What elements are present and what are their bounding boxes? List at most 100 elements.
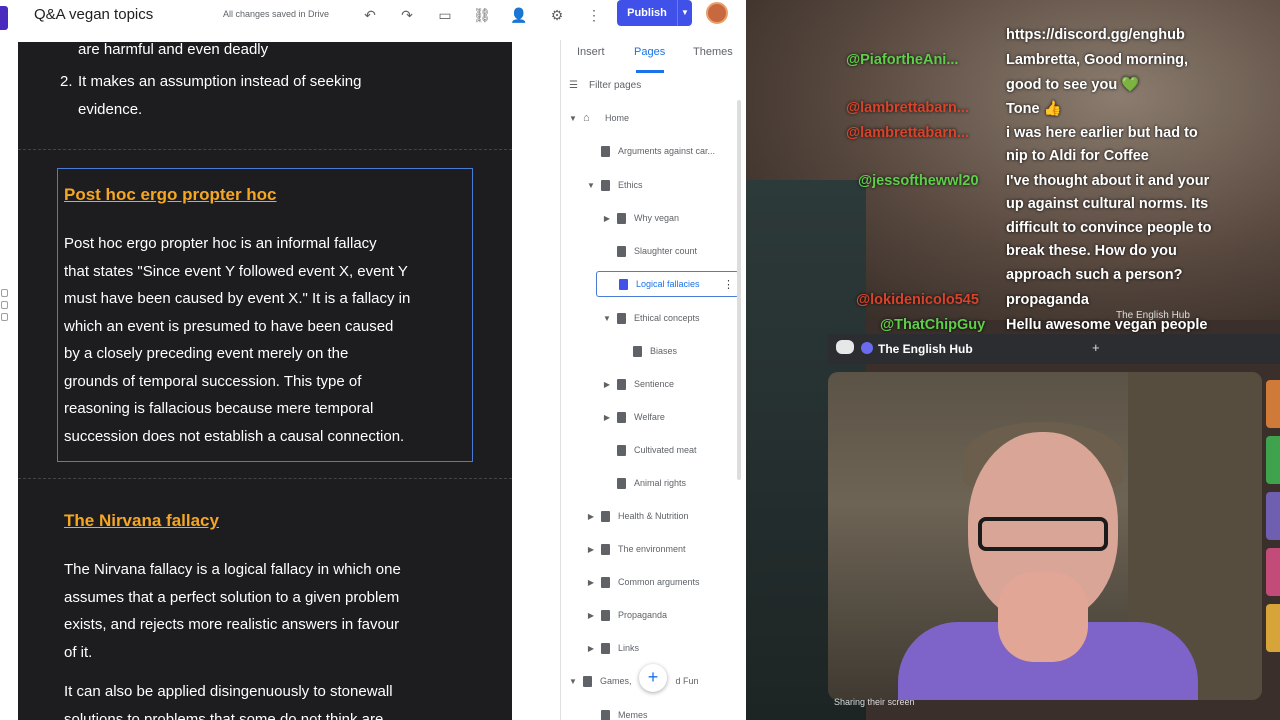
page-canvas: are harmful and even deadly 2. It makes …: [18, 42, 512, 720]
panel-scrollbar[interactable]: [737, 100, 741, 480]
page-item[interactable]: Memes: [585, 704, 648, 720]
collapse-arrow-icon[interactable]: ▼: [567, 677, 579, 686]
page-icon: [601, 510, 610, 522]
member-tile[interactable]: [1266, 380, 1280, 428]
tab-themes[interactable]: Themes: [693, 46, 733, 58]
undo-icon[interactable]: ↶: [360, 5, 380, 25]
expand-arrow-icon[interactable]: ▶: [585, 611, 597, 620]
page-item-ethics[interactable]: ▼ Ethics: [585, 174, 643, 196]
chat-message: propaganda: [1006, 292, 1089, 308]
page-item[interactable]: ▼ Games, d Fun: [567, 670, 699, 692]
member-tile[interactable]: [1266, 436, 1280, 484]
tab-pages[interactable]: Pages: [634, 46, 665, 58]
stream-overlay: https://discord.gg/enghub @PiafortheAni.…: [746, 0, 1280, 720]
page-icon: [601, 145, 610, 157]
discord-member-strip: [1266, 380, 1280, 700]
doc-title[interactable]: Q&A vegan topics: [34, 6, 153, 23]
expand-arrow-icon[interactable]: ▶: [585, 578, 597, 587]
expand-arrow-icon[interactable]: ▶: [585, 545, 597, 554]
page-item[interactable]: ▶ Welfare: [601, 406, 665, 428]
page-item[interactable]: ▶ Links: [585, 637, 639, 659]
tool-icon[interactable]: [1, 289, 8, 297]
section-title[interactable]: Post hoc ergo propter hoc: [64, 185, 277, 205]
page-item-selected[interactable]: Logical fallacies ⋮: [596, 271, 739, 297]
paragraph-nirvana-2[interactable]: It can also be applied disingenuously to…: [64, 678, 484, 720]
page-item[interactable]: ▶ Propaganda: [585, 604, 667, 626]
filter-pages-input[interactable]: ☰ Filter pages: [569, 80, 641, 91]
page-label: Ethics: [618, 180, 643, 190]
paragraph-nirvana[interactable]: The Nirvana fallacy is a logical fallacy…: [64, 556, 484, 666]
page-icon: [617, 411, 626, 423]
page-item[interactable]: ▶ Health & Nutrition: [585, 505, 689, 527]
page-label: Memes: [618, 710, 648, 720]
redo-icon[interactable]: ↷: [397, 5, 417, 25]
add-member-icon[interactable]: +: [1092, 340, 1100, 355]
chat-message: good to see you 💚: [1006, 77, 1140, 93]
list-tail-text: are harmful and even deadly: [78, 42, 269, 58]
sharing-status: Sharing their screen: [834, 697, 915, 707]
page-label: Links: [618, 643, 640, 653]
page-icon: [633, 345, 642, 357]
add-page-icon[interactable]: +: [639, 664, 667, 692]
page-item[interactable]: Animal rights: [613, 472, 686, 494]
tool-icon[interactable]: [1, 313, 8, 321]
share-user-icon[interactable]: 👤: [509, 5, 529, 25]
expand-arrow-icon[interactable]: ▶: [585, 644, 597, 653]
settings-gear-icon[interactable]: ⚙: [547, 5, 567, 25]
preview-devices-icon[interactable]: ▭: [435, 5, 455, 25]
page-item[interactable]: ▼ Ethical concepts: [601, 307, 700, 329]
collapse-arrow-icon[interactable]: ▼: [585, 181, 597, 190]
member-tile[interactable]: [1266, 548, 1280, 596]
page-label: Cultivated meat: [634, 445, 697, 455]
more-vert-icon[interactable]: ⋮: [723, 278, 734, 291]
webcam-video: [828, 372, 1262, 700]
chat-message: @jessofthewwl20: [858, 173, 979, 189]
publish-button[interactable]: Publish: [617, 0, 677, 26]
chat-message: @lambrettabarn...: [846, 100, 969, 116]
chat-username: @ThatChipGuy: [880, 317, 986, 333]
discord-server-name[interactable]: The English Hub: [878, 342, 973, 356]
more-vert-icon[interactable]: ⋮: [584, 5, 604, 25]
paragraph-post-hoc[interactable]: Post hoc ergo propter hoc is an informal…: [64, 230, 474, 450]
expand-arrow-icon[interactable]: ▶: [601, 214, 613, 223]
collapse-arrow-icon[interactable]: ▼: [567, 114, 579, 123]
page-item-home[interactable]: ▼ ⌂ Home: [567, 107, 629, 129]
account-avatar[interactable]: [706, 2, 728, 24]
page-label: Arguments against car...: [618, 146, 716, 156]
page-item[interactable]: ▶ The environment: [585, 538, 686, 560]
page-item[interactable]: Slaughter count: [613, 240, 697, 262]
page-label: Games,: [600, 676, 632, 686]
tool-icon[interactable]: [1, 301, 8, 309]
paragraph-line: reasoning is fallacious because mere tem…: [64, 400, 374, 417]
section-title[interactable]: The Nirvana fallacy: [64, 511, 219, 531]
page-item[interactable]: Biases: [629, 340, 677, 362]
page-icon: [617, 444, 626, 456]
chat-username: @lokidenicolo545: [856, 292, 979, 308]
page-icon: [601, 576, 610, 588]
chat-message: @PiafortheAni...: [846, 52, 958, 68]
google-sites-editor: Q&A vegan topics All changes saved in Dr…: [0, 0, 746, 720]
expand-arrow-icon[interactable]: ▶: [601, 380, 613, 389]
link-icon[interactable]: ⛓: [472, 5, 492, 25]
publish-dropdown-icon[interactable]: ▼: [677, 0, 692, 26]
page-item[interactable]: Arguments against car...: [585, 140, 715, 162]
page-item[interactable]: ▶ Why vegan: [601, 207, 679, 229]
page-icon: [583, 675, 592, 687]
page-label: Logical fallacies: [636, 279, 700, 289]
page-item[interactable]: Cultivated meat: [613, 439, 697, 461]
page-icon: [601, 709, 610, 720]
page-icon: [601, 543, 610, 555]
expand-arrow-icon[interactable]: ▶: [601, 413, 613, 422]
page-icon: [619, 278, 628, 290]
member-tile[interactable]: [1266, 604, 1280, 652]
page-item[interactable]: ▶ Common arguments: [585, 571, 700, 593]
chat-message: @lokidenicolo545: [856, 292, 979, 308]
page-item[interactable]: ▶ Sentience: [601, 373, 674, 395]
member-tile[interactable]: [1266, 492, 1280, 540]
page-icon: [617, 378, 626, 390]
page-icon: [617, 245, 626, 257]
tab-insert[interactable]: Insert: [577, 46, 605, 58]
expand-arrow-icon[interactable]: ▶: [585, 512, 597, 521]
paragraph-line: by a closely preceding event merely on t…: [64, 345, 349, 362]
collapse-arrow-icon[interactable]: ▼: [601, 314, 613, 323]
